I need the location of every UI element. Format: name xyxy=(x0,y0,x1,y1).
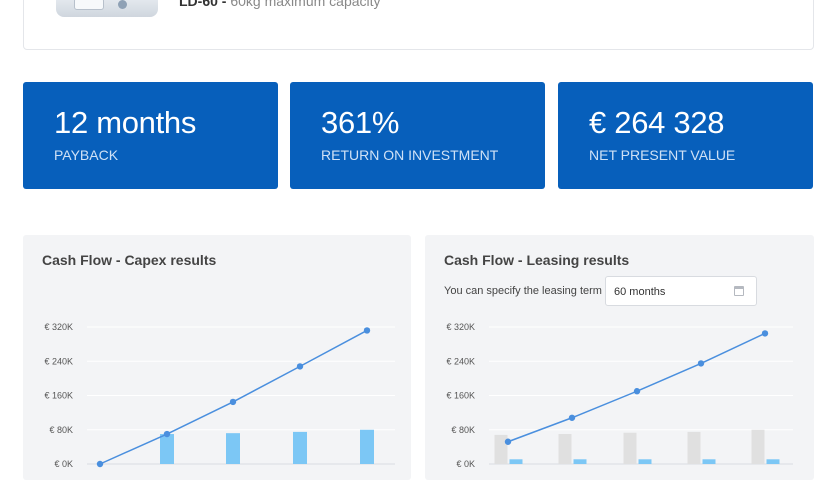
capex-y-tick-label: € 80K xyxy=(49,425,73,435)
kpi-payback-value: 12 months xyxy=(54,105,197,140)
leasing-bar xyxy=(509,459,523,464)
kpi-npv-card: € 264 328 NET PRESENT VALUE xyxy=(558,82,813,189)
kpi-npv-label: NET PRESENT VALUE xyxy=(589,147,736,163)
leasing-line xyxy=(507,332,766,443)
kpi-npv-value: € 264 328 xyxy=(589,105,725,140)
product-separator: - xyxy=(217,0,231,9)
leasing-bar xyxy=(623,432,637,464)
leasing-y-tick-label: € 0K xyxy=(456,459,475,469)
capex-chart-panel: Cash Flow - Capex results € 0K € 80K € 160… xyxy=(23,235,411,480)
product-model: LD-60 xyxy=(179,0,218,9)
capex-bar xyxy=(293,431,307,464)
capex-bar xyxy=(360,429,374,464)
kpi-payback-card: 12 months PAYBACK xyxy=(23,82,278,189)
leasing-line-point xyxy=(761,330,769,337)
capex-bar xyxy=(160,434,174,464)
leasing-line-point xyxy=(504,438,512,445)
leasing-bar xyxy=(687,431,701,464)
leasing-y-tick-label: € 320K xyxy=(446,322,475,332)
capex-bar xyxy=(226,433,240,464)
leasing-line-point xyxy=(697,360,705,367)
leasing-chart-panel: Cash Flow - Leasing results You can spec… xyxy=(425,235,814,480)
product-image xyxy=(56,0,158,17)
leasing-bar xyxy=(751,429,765,464)
leasing-bar xyxy=(702,459,716,464)
leasing-line-point xyxy=(633,388,641,395)
capex-y-tick-label: € 160K xyxy=(44,391,73,401)
leasing-bar xyxy=(638,459,652,464)
leasing-bar xyxy=(558,434,572,464)
capex-y-tick-label: € 240K xyxy=(44,356,73,366)
leasing-bar xyxy=(494,434,508,464)
product-description: 60kg maximum capacity xyxy=(230,0,381,9)
leasing-chart: € 0K € 80K € 160K € 240K € 320K xyxy=(446,322,793,469)
kpi-payback-label: PAYBACK xyxy=(54,147,119,163)
kpi-roi-card: 361% RETURN ON INVESTMENT xyxy=(290,82,545,189)
leasing-bar xyxy=(766,459,780,464)
capex-chart: € 0K € 80K € 160K € 240K € 320K xyxy=(44,322,395,469)
leasing-y-tick-label: € 80K xyxy=(451,425,475,435)
capex-y-tick-label: € 320K xyxy=(44,322,73,332)
product-summary: LD-60 - 60kg maximum capacity xyxy=(179,0,381,9)
capex-line-point xyxy=(229,398,237,406)
leasing-line-point xyxy=(568,414,576,421)
capex-line-point xyxy=(296,363,304,370)
leasing-y-tick-label: € 160K xyxy=(446,391,475,401)
leasing-y-tick-label: € 240K xyxy=(446,356,475,366)
roi-results-page: LD-60 - 60kg maximum capacity 12 months … xyxy=(0,0,840,480)
capex-y-tick-label: € 0K xyxy=(54,459,73,469)
kpi-roi-label: RETURN ON INVESTMENT xyxy=(321,147,499,163)
kpi-roi-value: 361% xyxy=(321,105,400,140)
capex-line-point xyxy=(363,327,371,334)
capex-line-point xyxy=(163,430,171,438)
leasing-bar xyxy=(573,459,587,464)
product-card: LD-60 - 60kg maximum capacity xyxy=(23,0,814,50)
capex-line-point xyxy=(96,460,104,468)
